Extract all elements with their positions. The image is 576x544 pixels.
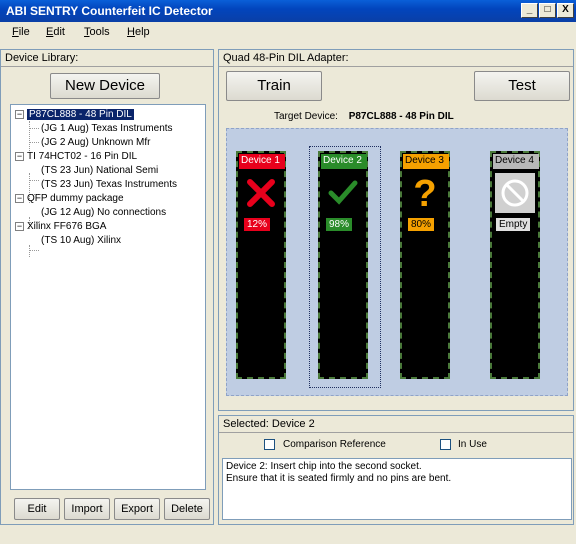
match-percentage: 12%: [244, 218, 271, 231]
selected-header: Selected: Device 2: [219, 416, 573, 433]
tree-item-sample[interactable]: (TS 10 Aug) Xilinx: [41, 234, 121, 247]
device-library-header: Device Library:: [1, 50, 213, 67]
device-label: Device 2: [321, 154, 367, 169]
check-icon: [320, 173, 366, 213]
in-use-label: In Use: [458, 439, 487, 450]
target-device-label: Target Device:: [274, 111, 338, 122]
minimize-button[interactable]: _: [521, 3, 538, 18]
menu-bar: File Edit Tools Help: [0, 22, 576, 42]
collapse-icon[interactable]: −: [15, 222, 24, 231]
device-socket-2[interactable]: Device 2 98%: [318, 151, 368, 379]
status-empty: Empty: [496, 218, 531, 231]
no-entry-icon: [492, 173, 538, 213]
tree-item-sample[interactable]: (JG 2 Aug) Unknown Mfr: [41, 136, 150, 149]
maximize-button[interactable]: □: [539, 3, 556, 18]
tree-item-sample[interactable]: (TS 23 Jun) National Semi: [41, 164, 158, 177]
tree-item-sample[interactable]: (JG 12 Aug) No connections: [41, 206, 166, 219]
cross-icon: [238, 173, 284, 213]
device-tree[interactable]: − P87CL888 - 48 Pin DIL (JG 1 Aug) Texas…: [10, 104, 206, 490]
collapse-icon[interactable]: −: [15, 194, 24, 203]
match-percentage: 80%: [408, 218, 435, 231]
target-device: Target Device: P87CL888 - 48 Pin DIL: [274, 111, 454, 122]
menu-edit[interactable]: Edit: [46, 26, 65, 38]
device-socket-1[interactable]: Device 1 12%: [236, 151, 286, 379]
device-label: Device 4: [493, 154, 539, 169]
tree-item-sample[interactable]: (TS 23 Jun) Texas Instruments: [41, 178, 177, 191]
title-bar: ABI SENTRY Counterfeit IC Detector _ □ X: [0, 0, 576, 22]
tree-item-device[interactable]: − Xilinx FF676 BGA: [15, 220, 106, 233]
description-textarea[interactable]: Device 2: Insert chip into the second so…: [222, 458, 572, 520]
comparison-reference-checkbox[interactable]: [264, 439, 275, 450]
device-socket-3[interactable]: Device 3 ? 80%: [400, 151, 450, 379]
menu-help[interactable]: Help: [127, 26, 150, 38]
menu-file[interactable]: File: [12, 26, 30, 38]
test-button[interactable]: Test: [474, 71, 570, 101]
train-button[interactable]: Train: [226, 71, 322, 101]
device-label: Device 3: [403, 154, 449, 169]
comparison-reference-label: Comparison Reference: [283, 439, 386, 450]
adapter-header: Quad 48-Pin DIL Adapter:: [219, 50, 573, 67]
tree-item-device[interactable]: − P87CL888 - 48 Pin DIL: [15, 108, 134, 121]
collapse-icon[interactable]: −: [15, 152, 24, 161]
window-title: ABI SENTRY Counterfeit IC Detector: [6, 4, 213, 18]
tree-item-sample[interactable]: (JG 1 Aug) Texas Instruments: [41, 122, 173, 135]
import-button[interactable]: Import: [64, 498, 110, 520]
edit-button[interactable]: Edit: [14, 498, 60, 520]
match-percentage: 98%: [326, 218, 353, 231]
menu-tools[interactable]: Tools: [84, 26, 110, 38]
collapse-icon[interactable]: −: [15, 110, 24, 119]
delete-button[interactable]: Delete: [164, 498, 210, 520]
close-button[interactable]: X: [557, 3, 574, 18]
question-icon: ?: [413, 173, 437, 215]
new-device-button[interactable]: New Device: [50, 73, 160, 99]
target-device-value: P87CL888 - 48 Pin DIL: [348, 111, 454, 122]
in-use-checkbox[interactable]: [440, 439, 451, 450]
device-label: Device 1: [239, 154, 285, 169]
description-line: Ensure that it is seated firmly and no p…: [226, 473, 452, 484]
device-socket-4[interactable]: Device 4 Empty: [490, 151, 540, 379]
export-button[interactable]: Export: [114, 498, 160, 520]
tree-item-device[interactable]: − QFP dummy package: [15, 192, 124, 205]
tree-item-device[interactable]: − TI 74HCT02 - 16 Pin DIL: [15, 150, 137, 163]
description-line: Device 2: Insert chip into the second so…: [226, 461, 422, 472]
